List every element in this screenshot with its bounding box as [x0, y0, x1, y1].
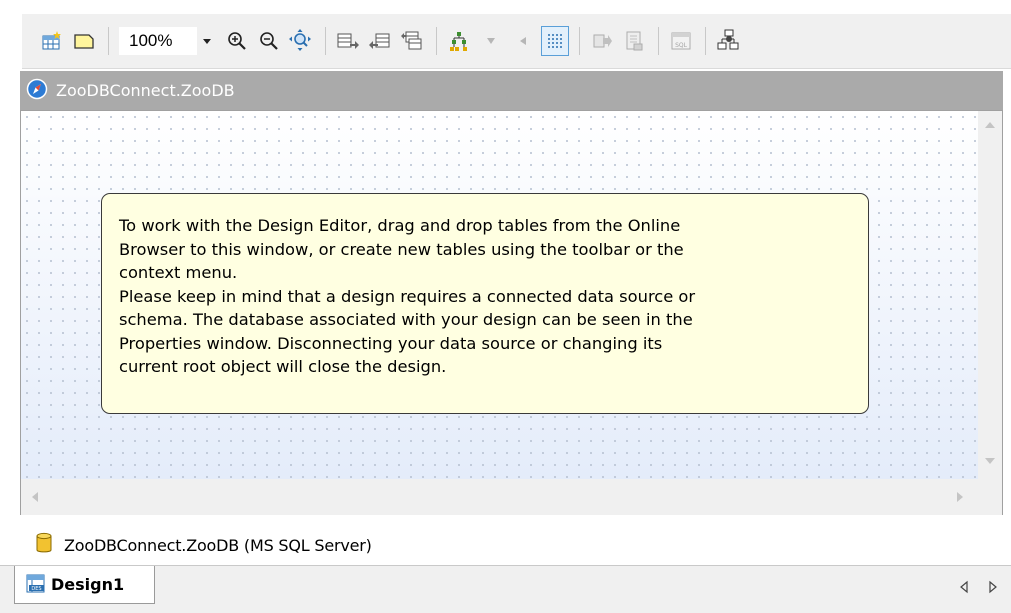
zoom-fit-icon[interactable] — [287, 26, 315, 56]
scroll-up-icon[interactable] — [984, 121, 996, 129]
document-tabbar: DES Design1 — [0, 565, 1011, 613]
svg-text:SQL: SQL — [675, 42, 688, 49]
zoom-out-icon[interactable] — [255, 26, 283, 56]
generate-script-icon[interactable] — [588, 26, 616, 56]
window-title: ZooDBConnect.ZooDB — [56, 81, 235, 100]
design-toolbar: 100% SQL — [22, 14, 1011, 69]
toolbar-separator — [436, 27, 437, 55]
sql-icon[interactable]: SQL — [667, 26, 695, 56]
database-icon — [36, 532, 52, 558]
svg-text:DES: DES — [31, 586, 41, 592]
hint-line: Browser to this window, or create new ta… — [119, 239, 684, 259]
scroll-left-icon[interactable] — [31, 491, 39, 503]
execute-icon[interactable] — [620, 26, 648, 56]
zoom-combobox[interactable]: 100% — [119, 27, 217, 55]
design-window-titlebar: ZooDBConnect.ZooDB — [20, 71, 1003, 110]
hint-box: To work with the Design Editor, drag and… — [101, 193, 869, 414]
grid-icon[interactable] — [541, 26, 569, 56]
toolbar-separator — [658, 27, 659, 55]
scroll-right-icon[interactable] — [956, 491, 964, 503]
datasource-status: ZooDBConnect.ZooDB (MS SQL Server) — [20, 527, 1003, 563]
note-icon[interactable] — [70, 26, 98, 56]
zoom-in-icon[interactable] — [223, 26, 251, 56]
collapse-left-icon[interactable] — [509, 26, 537, 56]
toolbar-separator — [108, 27, 109, 55]
compass-icon — [26, 78, 48, 104]
toolbar-separator — [705, 27, 706, 55]
tab-scroll-left-icon[interactable] — [957, 580, 971, 594]
scroll-down-icon[interactable] — [984, 457, 996, 465]
compare-icon[interactable] — [714, 26, 742, 56]
chevron-down-icon[interactable] — [197, 27, 217, 55]
related-tables-icon[interactable] — [398, 26, 426, 56]
design-file-icon: DES — [25, 572, 47, 598]
hint-line: To work with the Design Editor, drag and… — [119, 216, 681, 235]
scrollbar-corner — [978, 479, 1002, 515]
tab-design1[interactable]: DES Design1 — [14, 566, 155, 604]
hint-line: context menu. — [119, 263, 238, 282]
dropdown-arrow-icon[interactable] — [477, 26, 505, 56]
zoom-value[interactable]: 100% — [119, 27, 197, 55]
vertical-scrollbar[interactable] — [978, 111, 1002, 479]
datasource-label: ZooDBConnect.ZooDB (MS SQL Server) — [64, 535, 372, 555]
tab-scroll-right-icon[interactable] — [986, 580, 1000, 594]
toolbar-separator — [579, 27, 580, 55]
new-table-icon[interactable] — [38, 26, 66, 56]
hint-line: Please keep in mind that a design requir… — [119, 286, 696, 306]
hint-line: schema. The database associated with you… — [119, 310, 693, 329]
hint-line: current root object will close the desig… — [119, 357, 447, 376]
design-editor: To work with the Design Editor, drag and… — [20, 110, 1003, 515]
horizontal-scrollbar[interactable] — [21, 479, 979, 515]
hierarchy-layout-icon[interactable] — [445, 26, 473, 56]
hide-table-icon[interactable] — [366, 26, 394, 56]
design-canvas[interactable]: To work with the Design Editor, drag and… — [21, 111, 979, 479]
show-table-icon[interactable] — [334, 26, 362, 56]
hint-line: Properties window. Disconnecting your da… — [119, 333, 663, 353]
tab-label: Design1 — [51, 575, 125, 594]
toolbar-separator — [325, 27, 326, 55]
